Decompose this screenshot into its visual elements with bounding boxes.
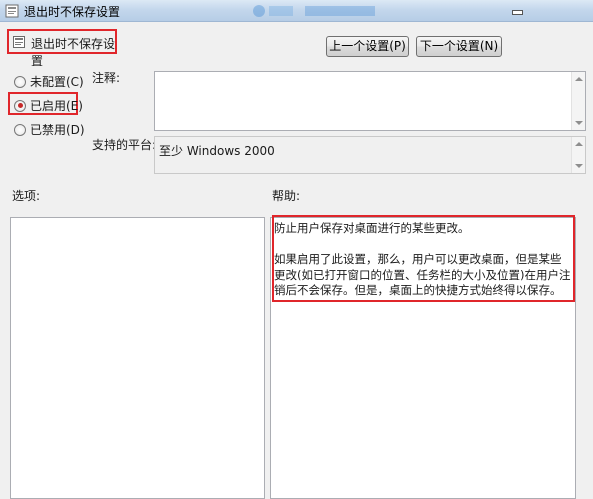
setting-page-icon bbox=[13, 36, 25, 48]
radio-circle[interactable] bbox=[14, 123, 26, 136]
platform-field: 至少 Windows 2000 bbox=[154, 136, 586, 174]
radio-label: 已禁用(D) bbox=[30, 123, 85, 137]
radio-disabled[interactable]: 已禁用(D) bbox=[14, 121, 85, 138]
radio-circle-selected[interactable] bbox=[14, 99, 26, 112]
comment-label: 注释: bbox=[92, 71, 121, 85]
setting-header-highlight: 退出时不保存设置 bbox=[7, 29, 117, 68]
scroll-up-icon[interactable] bbox=[575, 142, 583, 146]
platform-scrollbar[interactable] bbox=[571, 137, 585, 173]
options-label: 选项: bbox=[12, 189, 41, 203]
policy-dialog: 退出时不保存设置 上一个设置(P) 下一个设置(N) 未配置(C) 已启用(E)… bbox=[0, 22, 593, 499]
help-label: 帮助: bbox=[272, 189, 301, 203]
platform-value: 至少 Windows 2000 bbox=[159, 144, 275, 158]
radio-circle[interactable] bbox=[14, 75, 26, 88]
setting-title: 退出时不保存设置 bbox=[31, 37, 116, 68]
options-pane bbox=[10, 217, 265, 499]
scroll-up-icon[interactable] bbox=[575, 77, 583, 81]
platform-label: 支持的平台: bbox=[92, 138, 157, 152]
scroll-down-icon[interactable] bbox=[575, 164, 583, 168]
window-title: 退出时不保存设置 bbox=[24, 5, 121, 19]
next-setting-button[interactable]: 下一个设置(N) bbox=[416, 36, 502, 57]
comment-textarea[interactable] bbox=[154, 71, 586, 131]
radio-not-configured[interactable]: 未配置(C) bbox=[14, 73, 84, 90]
radio-label: 已启用(E) bbox=[30, 99, 83, 113]
title-bar: 退出时不保存设置 bbox=[0, 0, 593, 22]
radio-enabled[interactable]: 已启用(E) bbox=[14, 97, 83, 114]
scroll-down-icon[interactable] bbox=[575, 121, 583, 125]
minimize-button[interactable] bbox=[503, 0, 529, 18]
radio-label: 未配置(C) bbox=[30, 75, 84, 89]
help-highlight-box bbox=[272, 215, 575, 302]
previous-setting-button[interactable]: 上一个设置(P) bbox=[326, 36, 409, 57]
policy-setting-icon bbox=[5, 4, 19, 18]
comment-scrollbar[interactable] bbox=[571, 72, 585, 130]
blurred-background-logo bbox=[253, 5, 375, 17]
